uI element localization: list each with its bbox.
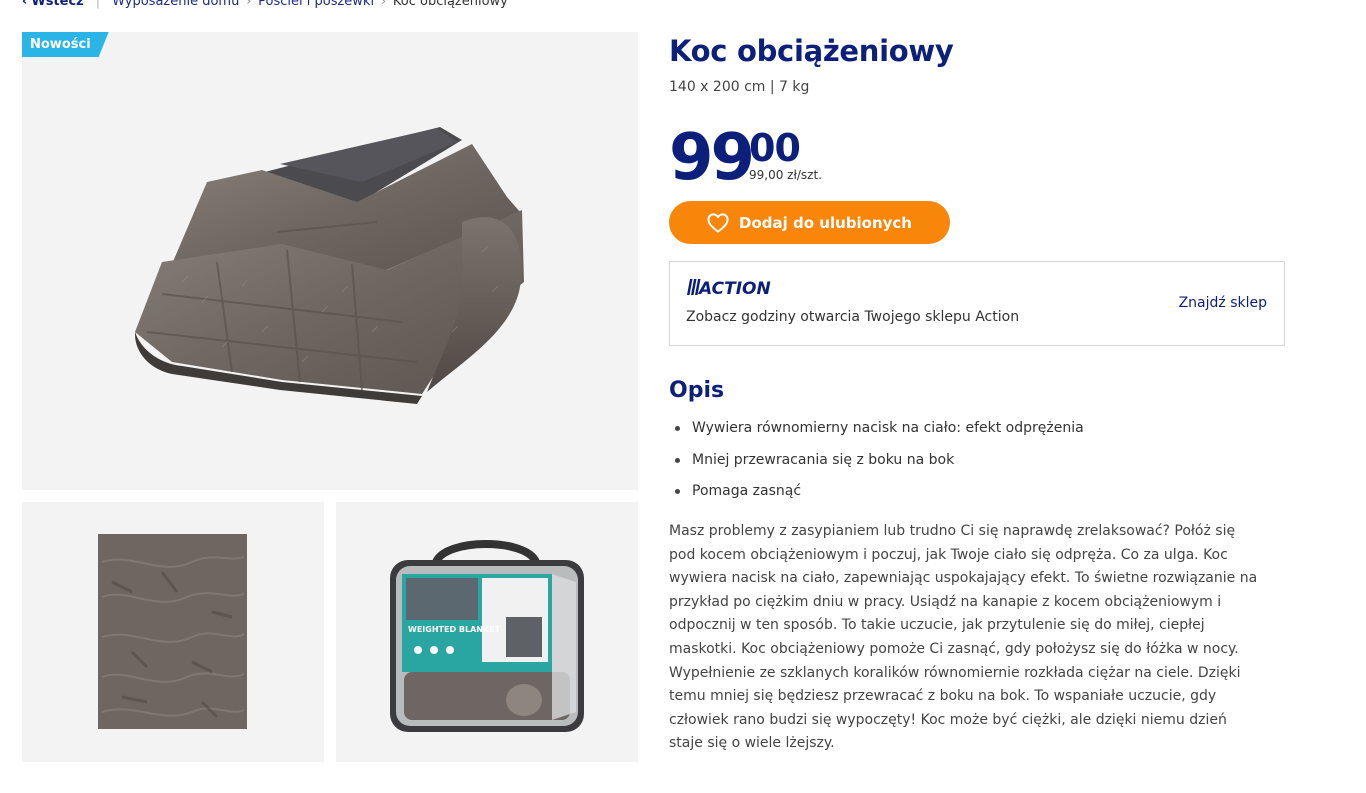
- breadcrumb-item-home-furnishing[interactable]: Wyposażenie domu: [112, 0, 239, 9]
- action-logo: ACTION: [687, 279, 771, 297]
- fur-texture-illustration: [98, 534, 247, 729]
- breadcrumb: ‹ Wstecz | Wyposażenie domu › Pościel i …: [22, 0, 508, 10]
- product-title: Koc obciążeniowy: [669, 34, 954, 68]
- store-hours-text: Zobacz godziny otwarcia Twojego sklepu A…: [686, 309, 1020, 325]
- folded-blanket-illustration: [134, 127, 524, 404]
- new-badge: Nowości: [22, 32, 109, 57]
- breadcrumb-item-current: Koc obciążeniowy: [392, 0, 508, 9]
- heart-icon: [707, 212, 729, 233]
- add-to-favorites-label: Dodaj do ulubionych: [739, 213, 912, 232]
- back-label: Wstecz: [31, 0, 84, 9]
- package-label: WEIGHTED BLANKET: [408, 625, 501, 634]
- chevron-right-icon: ›: [381, 0, 386, 8]
- price-integer: 99: [669, 121, 755, 195]
- product-main-image[interactable]: Nowości: [22, 32, 638, 490]
- packaging-illustration: WEIGHTED BLANKET: [390, 540, 584, 732]
- product-thumbnail-texture[interactable]: [22, 502, 324, 762]
- find-store-link[interactable]: Znajdź sklep: [1179, 295, 1267, 311]
- breadcrumb-item-bedding[interactable]: Pościel i poszewki: [258, 0, 374, 9]
- action-logo-text: ACTION: [697, 279, 771, 297]
- product-subtitle: 140 x 200 cm | 7 kg: [669, 79, 810, 95]
- description-bullets: Wywiera równomierny nacisk na ciało: efe…: [675, 418, 1084, 513]
- product-thumbnail-packaging[interactable]: WEIGHTED BLANKET: [336, 502, 638, 762]
- price-unit: 99,00 zł/szt.: [749, 168, 822, 182]
- description-title: Opis: [669, 378, 725, 403]
- chevron-right-icon: ›: [246, 0, 252, 8]
- chevron-left-icon: ‹: [22, 0, 28, 9]
- add-to-favorites-button[interactable]: Dodaj do ulubionych: [669, 201, 950, 244]
- list-item: Wywiera równomierny nacisk na ciało: efe…: [675, 418, 1084, 450]
- back-link[interactable]: ‹ Wstecz: [22, 0, 84, 9]
- list-item: Mniej przewracania się z boku na bok: [675, 450, 1084, 482]
- store-info-box: ACTION Zobacz godziny otwarcia Twojego s…: [669, 261, 1285, 346]
- breadcrumb-divider: |: [95, 0, 101, 9]
- list-item: Pomaga zasnąć: [675, 481, 1084, 513]
- price-decimal: 00: [749, 126, 801, 170]
- description-text: Masz problemy z zasypianiem lub trudno C…: [669, 523, 1258, 752]
